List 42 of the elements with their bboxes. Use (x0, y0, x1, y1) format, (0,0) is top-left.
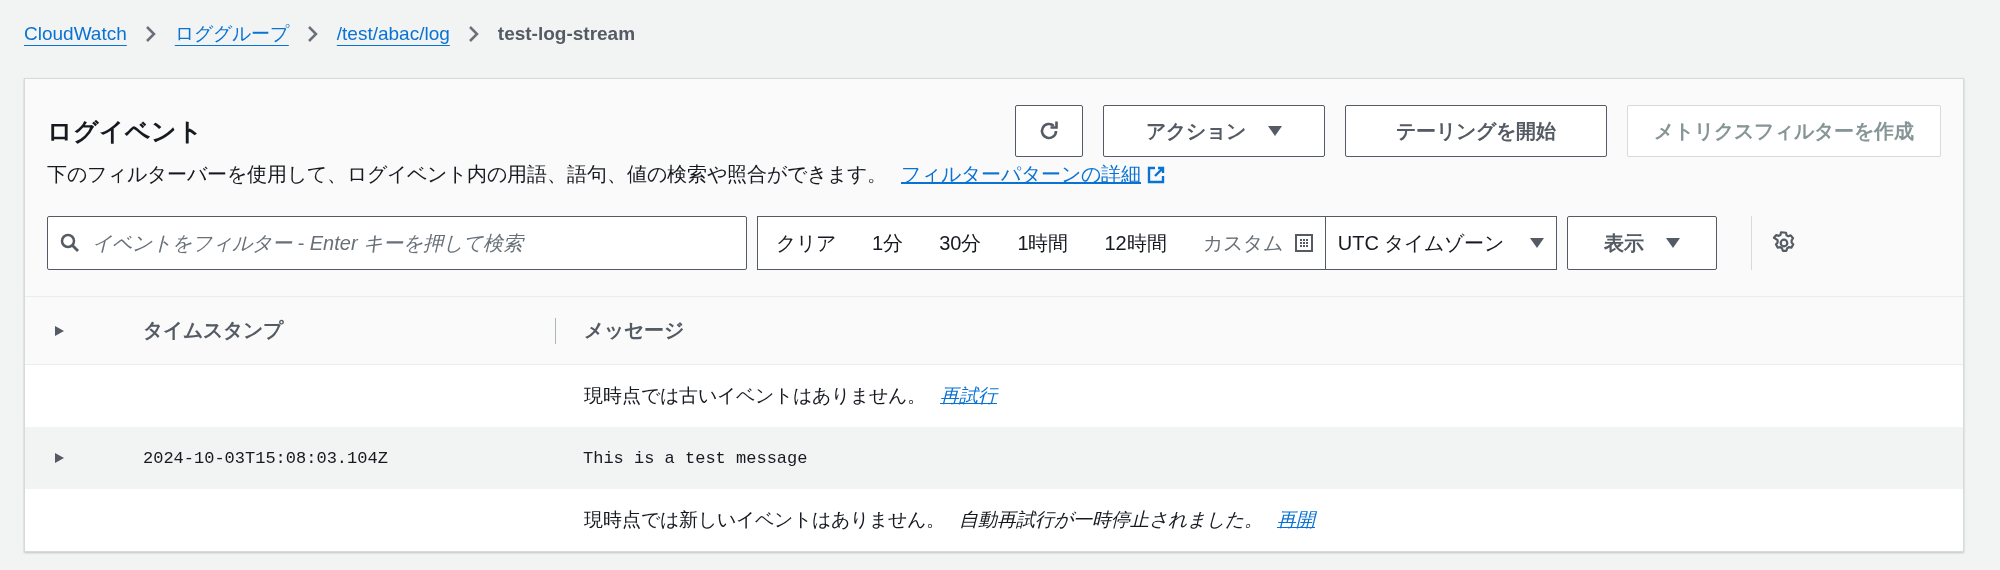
actions-dropdown[interactable]: アクション (1103, 105, 1325, 157)
chevron-right-icon (306, 25, 319, 43)
search-icon (60, 233, 80, 253)
filter-pattern-link[interactable]: フィルターパターンの詳細 (901, 161, 1165, 188)
caret-down-icon (1268, 126, 1282, 136)
chevron-right-icon (467, 25, 480, 43)
caret-icon (53, 324, 65, 337)
refresh-button[interactable] (1015, 105, 1083, 157)
refresh-icon (1038, 120, 1060, 142)
panel-title: ログイベント (47, 115, 203, 147)
description-text: 下のフィルターバーを使用して、ログイベント内の用語、語句、値の検索や照合ができます。 (47, 162, 887, 187)
paused-note: 自動再試行が一時停止されました。 (959, 508, 1263, 532)
column-header: タイムスタンプ (142, 318, 285, 343)
time-range-option[interactable]: 1時間 (999, 217, 1087, 269)
column-header: メッセージ (555, 317, 1963, 344)
chevron-right-icon (144, 25, 157, 43)
timezone-dropdown[interactable]: UTC タイムゾーン (1324, 216, 1558, 270)
breadcrumb-current: test-log-stream (497, 23, 636, 45)
breadcrumb-link[interactable]: CloudWatch (24, 23, 127, 45)
custom-range-option[interactable]: カスタム (1184, 217, 1325, 269)
action-button[interactable]: テーリングを開始 (1345, 105, 1607, 157)
filter-search-field[interactable]: イベントをフィルター - Enter キーを押して検索 (47, 216, 747, 270)
calendar-icon (1294, 234, 1313, 252)
notice-text: 現時点では古いイベントはありません。 (583, 384, 926, 408)
message-cell-text: This is a test message (582, 448, 809, 468)
retry-link[interactable]: 再開 (1277, 507, 1315, 533)
caret-down-icon (1530, 238, 1545, 248)
settings-icon (1772, 231, 1797, 255)
caret-down-icon (1666, 238, 1681, 248)
time-range-option[interactable]: 12時間 (1086, 217, 1185, 269)
timestamp-cell-text: 2024-10-03T15:08:03.104Z (142, 448, 389, 468)
caret-icon (53, 452, 65, 464)
time-range-option[interactable]: 1分 (854, 217, 922, 269)
breadcrumb-link[interactable]: /test/abac/log (336, 23, 450, 45)
time-range-option[interactable]: クリア (758, 217, 854, 269)
external-link-icon (1147, 165, 1165, 184)
time-range-option[interactable]: 30分 (921, 217, 1000, 269)
breadcrumb-link[interactable]: ロググループ (174, 21, 289, 47)
retry-link[interactable]: 再試行 (940, 383, 997, 409)
display-dropdown[interactable]: 表示 (1567, 216, 1718, 270)
notice-text: 現時点では新しいイベントはありません。 (583, 508, 945, 532)
settings-button[interactable] (1772, 231, 1797, 255)
